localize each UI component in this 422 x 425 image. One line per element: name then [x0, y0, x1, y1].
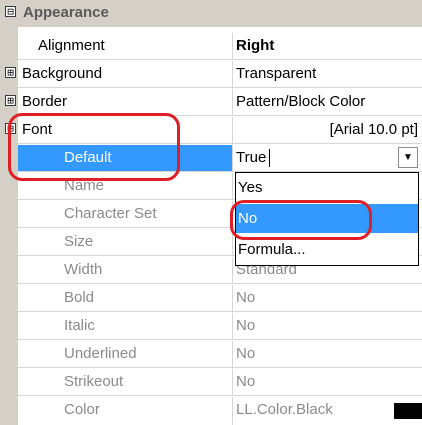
category-label: Appearance	[23, 4, 109, 21]
property-row-strikeout[interactable]: Strikeout No	[18, 369, 422, 396]
annotation-highlight-no	[230, 200, 372, 240]
property-value: Right	[236, 37, 275, 54]
text-caret	[269, 149, 270, 167]
property-name: Alignment	[38, 37, 105, 54]
property-name: Italic	[64, 317, 95, 334]
property-value: No	[236, 373, 256, 390]
dropdown-option-yes[interactable]: Yes	[236, 173, 418, 202]
property-name: Strikeout	[64, 373, 124, 390]
property-name: Width	[64, 261, 103, 278]
property-row-color[interactable]: Color LL.Color.Black	[18, 397, 422, 425]
color-swatch	[394, 403, 422, 419]
property-name: Color	[64, 401, 100, 418]
dropdown-arrow-icon[interactable]: ▼	[398, 147, 418, 168]
property-value: No	[236, 317, 256, 334]
property-value: LL.Color.Black	[236, 401, 333, 418]
property-row-italic[interactable]: Italic No	[18, 313, 422, 340]
property-row-underlined[interactable]: Underlined No	[18, 341, 422, 368]
collapse-icon[interactable]: ⊟	[5, 6, 16, 17]
property-grid: ⊟ Appearance Alignment Right ⊞ Backgroun…	[0, 0, 422, 425]
property-name: Border	[22, 93, 68, 110]
property-row-border[interactable]: ⊞ Border Pattern/Block Color	[5, 89, 422, 116]
property-value: Pattern/Block Color	[236, 93, 366, 110]
property-value: No	[236, 289, 256, 306]
expand-icon[interactable]: ⊞	[5, 95, 16, 106]
property-value-editor[interactable]: True	[236, 149, 266, 167]
category-appearance[interactable]: ⊟ Appearance	[5, 0, 422, 27]
property-row-background[interactable]: ⊞ Background Transparent	[5, 61, 422, 88]
property-row-bold[interactable]: Bold No	[18, 285, 422, 312]
property-name: Underlined	[64, 345, 137, 362]
annotation-highlight-font	[8, 113, 180, 181]
property-value: Transparent	[236, 65, 317, 82]
property-value: [Arial 10.0 pt]	[329, 121, 418, 138]
property-name: Bold	[64, 289, 95, 306]
property-name: Character Set	[64, 205, 157, 222]
property-name: Background	[22, 65, 103, 82]
expand-icon[interactable]: ⊞	[5, 67, 16, 78]
property-value: No	[236, 345, 256, 362]
property-row-alignment[interactable]: Alignment Right	[18, 33, 422, 60]
left-gutter	[0, 0, 18, 425]
property-name: Size	[64, 233, 94, 250]
